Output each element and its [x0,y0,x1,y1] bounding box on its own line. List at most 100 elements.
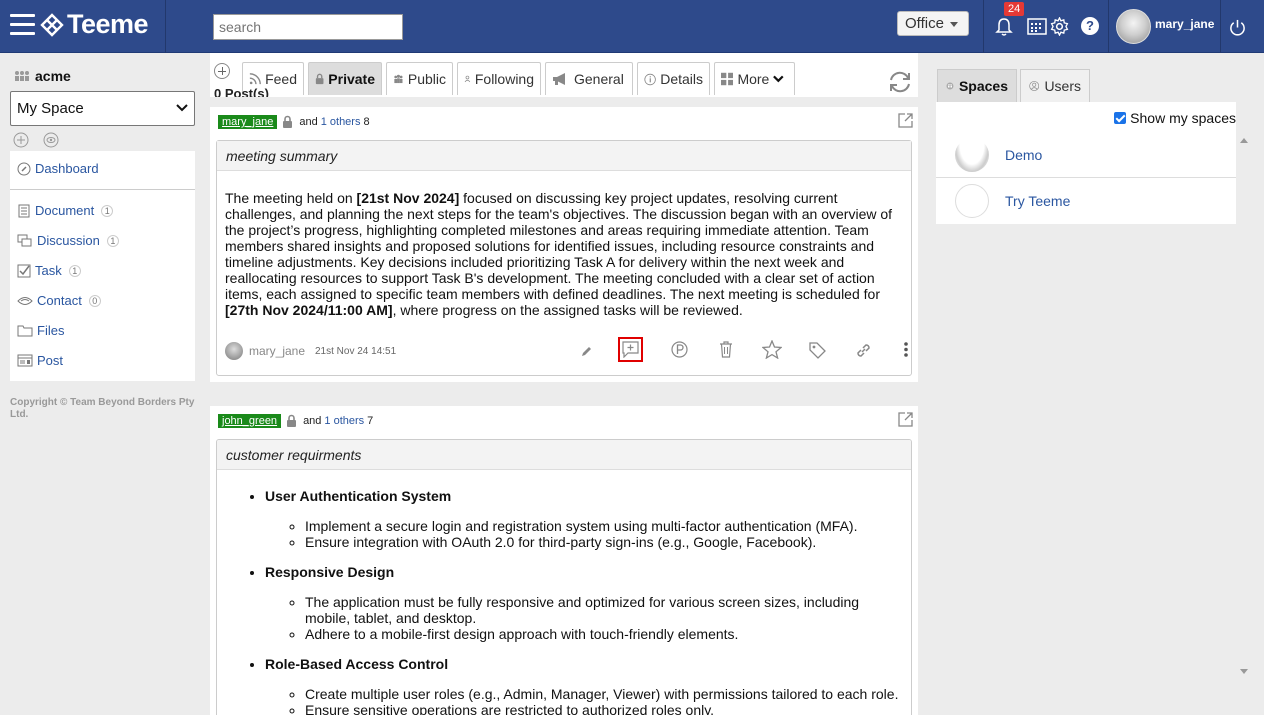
org-icon [15,71,29,81]
space-name[interactable]: Demo [1005,147,1042,163]
sidebar-item-contact[interactable]: Contact 0 [17,293,101,308]
tag-icon[interactable] [809,342,826,359]
menu-icon[interactable] [10,14,35,36]
pin-p-icon[interactable] [671,341,688,358]
space-select[interactable]: My Space [10,91,195,126]
tab-label: Spaces [958,78,1008,94]
sidebar-item-discussion[interactable]: Discussion 1 [17,233,119,248]
expand-icon[interactable] [898,412,913,427]
post-title: meeting summary [217,141,911,171]
feed-icon [249,73,261,85]
bell-icon[interactable] [995,17,1013,37]
section-heading: Role-Based Access Control [265,656,449,672]
scroll-down-icon[interactable] [1240,669,1248,675]
search-input[interactable] [213,14,403,40]
scroll-up-icon[interactable] [1240,137,1248,143]
office-label: Office [905,15,944,32]
others-link[interactable]: 1 others [321,116,361,128]
post-author[interactable]: john_green [218,414,282,428]
notification-badge: 24 [1004,2,1025,16]
org-name: acme [35,68,71,84]
others-count: 7 [367,415,374,427]
checkbox-icon[interactable] [1114,112,1127,124]
tab-public[interactable]: Public [386,62,453,95]
list-item: Implement a secure login and registratio… [305,518,903,534]
body-bold: [21st Nov 2024] [356,190,460,206]
calendar-icon[interactable] [1027,17,1047,35]
more-vertical-icon[interactable] [903,341,909,358]
footer-username[interactable]: mary_jane [249,344,305,358]
posts-count: 0 Post(s) [214,87,269,97]
info-icon [644,73,656,85]
list-item: User Authentication System Implement a s… [265,488,903,550]
grid-icon [721,72,734,86]
space-item[interactable]: Demo [936,132,1236,178]
office-dropdown[interactable]: Office [897,11,969,36]
post-meta: mary_jane and 1 others 8 [218,115,370,129]
trash-icon[interactable] [719,341,733,358]
top-username[interactable]: mary_jane [1155,17,1214,31]
item-count: 1 [106,234,119,247]
post-card: john_green and 1 others 7 customer requi… [210,406,918,715]
spaces-list: Show my spaces Demo Try Teeme [936,102,1236,224]
add-post-icon[interactable] [214,63,230,79]
people-icon [394,74,403,84]
document-icon [18,204,30,217]
right-panel: Spaces Users Show my spaces Demo Try Tee… [936,53,1249,715]
list-item: The application must be fully responsive… [305,594,903,626]
expand-icon[interactable] [898,113,913,128]
and-text: and [299,116,318,128]
top-bar: Teeme Office 24 ? mary_jane [0,0,1264,53]
help-icon[interactable]: ? [1081,17,1099,35]
checkbox-label: Show my spaces [1130,110,1236,126]
body-text: , where progress on the assigned tasks w… [392,302,743,318]
chevron-down-icon [176,104,188,112]
list-item: Adhere to a mobile-first design approach… [305,626,903,642]
tab-general[interactable]: General [545,62,633,95]
following-icon [464,75,471,83]
post-body: User Authentication System Implement a s… [217,470,911,715]
sidebar-item-dashboard[interactable]: Dashboard [17,161,99,176]
sidebar-item-files[interactable]: Files [17,323,64,338]
megaphone-icon [553,73,565,85]
space-name[interactable]: Try Teeme [1005,193,1070,209]
others-link[interactable]: 1 others [324,415,364,427]
tab-label: Private [328,71,375,87]
list-item: Ensure sensitive operations are restrict… [305,702,903,715]
tab-following[interactable]: Following [457,62,541,95]
tab-private[interactable]: Private [308,62,382,95]
show-my-spaces-checkbox[interactable]: Show my spaces [1114,110,1236,126]
add-comment-icon[interactable] [618,337,643,362]
post-body: The meeting held on [21st Nov 2024] focu… [217,171,911,326]
sidebar-item-task[interactable]: Task 1 [17,263,81,278]
link-icon[interactable] [855,342,872,359]
add-space-icon[interactable] [13,132,29,148]
and-text: and [303,415,322,427]
sidebar-item-post[interactable]: Post [17,353,63,368]
space-item[interactable]: Try Teeme [936,178,1236,224]
power-icon[interactable] [1229,19,1246,36]
refresh-icon[interactable] [887,70,913,94]
sidebar-item-document[interactable]: Document 1 [17,203,114,218]
tab-spaces[interactable]: Spaces [937,69,1017,102]
body-bold: [27th Nov 2024/11:00 AM] [225,302,393,318]
star-icon[interactable] [762,340,782,359]
folder-icon [17,325,33,337]
tab-details[interactable]: Details [637,62,710,95]
post-author[interactable]: mary_jane [218,115,278,129]
body-text: The meeting held on [225,190,357,206]
sidebar-item-label: Document [35,203,95,218]
app-logo[interactable]: Teeme [40,9,149,40]
gear-icon[interactable] [1050,17,1069,36]
user-avatar[interactable] [1116,9,1151,44]
body-text: focused on discussing key project update… [225,190,893,302]
scrollbar[interactable] [1239,137,1249,681]
tab-users[interactable]: Users [1020,69,1090,102]
requirements-list: User Authentication System Implement a s… [225,488,903,715]
list-item: Responsive Design The application must b… [265,564,903,642]
view-space-icon[interactable] [43,132,59,148]
edit-icon[interactable] [581,345,593,357]
org-header: acme [14,68,71,84]
tab-more[interactable]: More [714,62,795,95]
item-count: 1 [68,264,81,277]
